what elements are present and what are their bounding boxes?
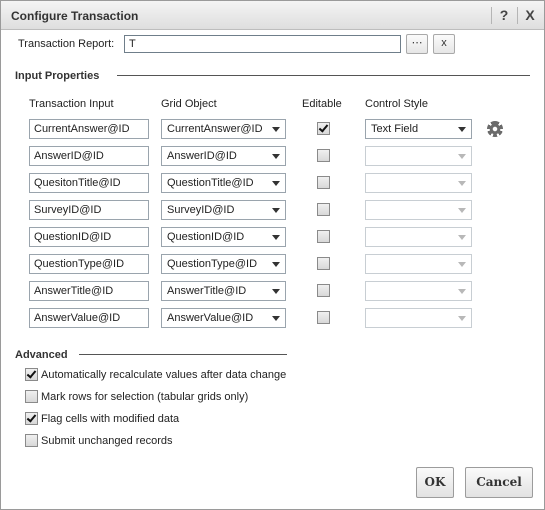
input-properties-divider	[117, 75, 530, 76]
clear-report-button[interactable]: x	[433, 34, 455, 54]
help-button[interactable]: ?	[496, 6, 512, 24]
control-style-value: Text Field	[371, 123, 419, 135]
grid-object-select[interactable]: AnswerValue@ID	[161, 308, 286, 328]
column-header-control-style: Control Style	[365, 98, 428, 110]
chevron-down-icon	[458, 316, 466, 321]
advanced-option-label[interactable]: Flag cells with modified data	[41, 413, 179, 425]
advanced-option-checkbox[interactable]	[25, 412, 38, 425]
advanced-option-checkbox[interactable]	[25, 390, 38, 403]
column-header-editable: Editable	[302, 98, 342, 110]
checkmark-icon	[26, 368, 37, 379]
editable-checkbox[interactable]	[317, 122, 330, 135]
close-button[interactable]: X	[522, 6, 538, 24]
transaction-report-input[interactable]: T	[124, 35, 401, 53]
advanced-option-label[interactable]: Mark rows for selection (tabular grids o…	[41, 391, 248, 403]
chevron-down-icon	[272, 316, 280, 321]
chevron-down-icon	[272, 262, 280, 267]
control-style-select[interactable]	[365, 254, 472, 274]
title-separator	[517, 7, 518, 24]
chevron-down-icon	[458, 154, 466, 159]
chevron-down-icon	[272, 181, 280, 186]
chevron-down-icon	[272, 289, 280, 294]
gear-icon[interactable]	[487, 121, 503, 137]
chevron-down-icon	[458, 235, 466, 240]
editable-checkbox[interactable]	[317, 230, 330, 243]
grid-object-select[interactable]: AnswerID@ID	[161, 146, 286, 166]
chevron-down-icon	[272, 127, 280, 132]
checkmark-icon	[318, 122, 329, 133]
advanced-title: Advanced	[15, 349, 68, 361]
grid-object-select[interactable]: AnswerTitle@ID	[161, 281, 286, 301]
chevron-down-icon	[458, 262, 466, 267]
chevron-down-icon	[458, 181, 466, 186]
chevron-down-icon	[272, 208, 280, 213]
grid-object-value: SurveyID@ID	[167, 204, 235, 216]
advanced-option-checkbox[interactable]	[25, 434, 38, 447]
advanced-divider	[79, 354, 287, 355]
editable-checkbox[interactable]	[317, 257, 330, 270]
editable-checkbox[interactable]	[317, 284, 330, 297]
chevron-down-icon	[458, 208, 466, 213]
editable-checkbox[interactable]	[317, 311, 330, 324]
column-header-transaction-input: Transaction Input	[29, 98, 114, 110]
transaction-input-field[interactable]: AnswerTitle@ID	[29, 281, 149, 301]
transaction-input-field[interactable]: AnswerID@ID	[29, 146, 149, 166]
cancel-button[interactable]: Cancel	[465, 467, 533, 498]
control-style-select[interactable]	[365, 227, 472, 247]
grid-object-value: QuestionTitle@ID	[167, 177, 254, 189]
browse-report-button[interactable]: ⋯	[406, 34, 428, 54]
transaction-input-field[interactable]: SurveyID@ID	[29, 200, 149, 220]
title-bar[interactable]: Configure Transaction ? X	[1, 1, 544, 30]
control-style-select[interactable]	[365, 146, 472, 166]
title-separator	[491, 7, 492, 24]
transaction-input-field[interactable]: CurrentAnswer@ID	[29, 119, 149, 139]
checkmark-icon	[26, 412, 37, 423]
chevron-down-icon	[458, 127, 466, 132]
grid-object-value: QuestionID@ID	[167, 231, 245, 243]
control-style-select[interactable]	[365, 308, 472, 328]
grid-object-value: AnswerID@ID	[167, 150, 237, 162]
transaction-input-field[interactable]: QuesitonTitle@ID	[29, 173, 149, 193]
transaction-input-field[interactable]: AnswerValue@ID	[29, 308, 149, 328]
control-style-select[interactable]	[365, 281, 472, 301]
control-style-select[interactable]	[365, 200, 472, 220]
advanced-option-label[interactable]: Automatically recalculate values after d…	[41, 369, 286, 381]
grid-object-value: CurrentAnswer@ID	[167, 123, 263, 135]
chevron-down-icon	[272, 154, 280, 159]
grid-object-select[interactable]: QuestionTitle@ID	[161, 173, 286, 193]
transaction-input-field[interactable]: QuestionType@ID	[29, 254, 149, 274]
dialog-title: Configure Transaction	[11, 9, 139, 23]
grid-object-value: QuestionType@ID	[167, 258, 258, 270]
chevron-down-icon	[272, 235, 280, 240]
grid-object-select[interactable]: SurveyID@ID	[161, 200, 286, 220]
grid-object-value: AnswerTitle@ID	[167, 285, 247, 297]
configure-transaction-dialog: Configure Transaction ? X Transaction Re…	[0, 0, 545, 510]
grid-object-select[interactable]: QuestionID@ID	[161, 227, 286, 247]
transaction-report-label: Transaction Report:	[18, 38, 115, 50]
chevron-down-icon	[458, 289, 466, 294]
control-style-select[interactable]	[365, 173, 472, 193]
control-style-select[interactable]: Text Field	[365, 119, 472, 139]
advanced-option-label[interactable]: Submit unchanged records	[41, 435, 172, 447]
editable-checkbox[interactable]	[317, 176, 330, 189]
grid-object-select[interactable]: QuestionType@ID	[161, 254, 286, 274]
transaction-input-field[interactable]: QuestionID@ID	[29, 227, 149, 247]
ok-button[interactable]: OK	[416, 467, 454, 498]
column-header-grid-object: Grid Object	[161, 98, 217, 110]
grid-object-value: AnswerValue@ID	[167, 312, 254, 324]
input-properties-title: Input Properties	[15, 70, 100, 82]
grid-object-select[interactable]: CurrentAnswer@ID	[161, 119, 286, 139]
editable-checkbox[interactable]	[317, 149, 330, 162]
advanced-option-checkbox[interactable]	[25, 368, 38, 381]
editable-checkbox[interactable]	[317, 203, 330, 216]
